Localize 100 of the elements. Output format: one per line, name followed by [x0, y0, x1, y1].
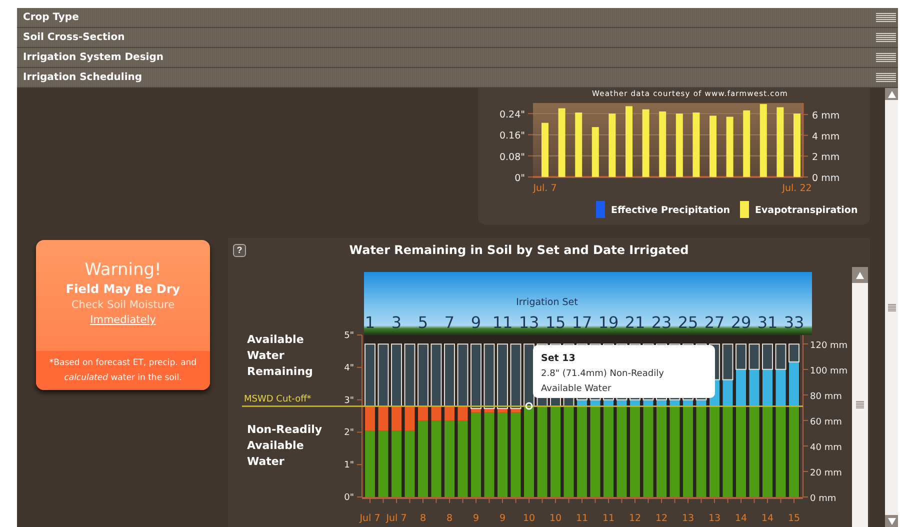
axis-label: 1"	[344, 460, 354, 471]
scrollbar[interactable]	[885, 88, 898, 527]
axis-label: 10	[549, 513, 562, 524]
axis-label: 6 mm	[812, 110, 840, 122]
axis-label: 8	[420, 513, 426, 524]
axis-label: 9	[499, 513, 506, 524]
axis-label: 40 mm	[810, 442, 842, 453]
set-number: 1	[364, 313, 376, 332]
up-arrow-icon	[888, 90, 896, 98]
bar	[748, 344, 760, 370]
scroll-down-button[interactable]	[885, 515, 898, 527]
footnote-text: *Based on forecast ET, precip. and calculated water in the soil.	[48, 356, 198, 384]
help-button[interactable]: ?	[233, 244, 246, 256]
set-number: 21	[624, 313, 646, 332]
axis-label: 80 mm	[810, 392, 842, 402]
axis-label: 4"	[344, 363, 354, 374]
axis-label: 3"	[344, 396, 354, 406]
axis-label: 8	[446, 513, 453, 524]
tooltip-text: 2.8" (71.4mm) Non-Readily	[541, 369, 664, 379]
axis-label: 0 mm	[810, 494, 836, 504]
section-header[interactable]: Crop Type	[17, 8, 898, 28]
axis-label: 12	[628, 513, 642, 524]
set-number: 17	[572, 313, 592, 332]
section-header[interactable]: Irrigation System Design	[17, 48, 898, 68]
warning-title: Warning!	[84, 259, 162, 281]
axis-label: Jul. 22	[782, 183, 812, 194]
bar	[722, 344, 734, 380]
axis-label: 0 mm	[812, 173, 840, 184]
bar	[736, 344, 746, 370]
set-number: 3	[391, 313, 402, 332]
scroll-up-button[interactable]	[852, 267, 868, 283]
axis-label: 2 mm	[812, 152, 840, 164]
set-number: 27	[704, 313, 725, 332]
axis-label: 0"	[344, 493, 354, 503]
section-header[interactable]: Irrigation Scheduling	[17, 68, 898, 88]
axis-label: 14	[734, 513, 748, 524]
axis-label: 15	[788, 513, 800, 524]
axis-label: 2"	[344, 428, 354, 438]
warning-message: Check Soil Moisture	[71, 298, 175, 313]
axis-label: Jul 7	[386, 513, 407, 524]
set-number: 11	[492, 313, 513, 332]
set-number: 5	[418, 313, 428, 332]
warning-headline: Field May Be Dry	[66, 281, 180, 298]
axis-label: 0.16"	[499, 130, 525, 142]
axis-label: 0.08"	[499, 152, 525, 163]
set-number: 13	[518, 313, 540, 332]
axis-label: 120 mm	[810, 340, 848, 351]
axis-label: Jul. 7	[533, 183, 557, 194]
axis-label: 0"	[514, 173, 525, 184]
section-header[interactable]: Soil Cross-Section	[17, 28, 898, 48]
tooltip-title: Set 13	[541, 353, 576, 364]
grip-icon	[876, 32, 896, 42]
axis-label: 60 mm	[810, 417, 842, 428]
down-arrow-icon	[888, 518, 896, 524]
tooltip-text: Available Water	[541, 384, 612, 394]
bar	[692, 112, 700, 177]
bar	[743, 110, 750, 177]
axis-label: 5"	[344, 331, 354, 341]
set-number: 9	[470, 313, 482, 332]
axis-side-label: Non-Readily Available Water	[247, 423, 322, 468]
axis-label: 100 mm	[810, 366, 848, 376]
bar	[776, 107, 784, 177]
axis-label: 12	[655, 513, 668, 524]
axis-label: 11	[576, 513, 588, 524]
bar	[710, 116, 716, 177]
axis-label: 14	[761, 513, 774, 524]
bar	[659, 111, 666, 177]
cutoff-label: MSWD Cut-off*	[244, 394, 312, 404]
set-number: 23	[651, 313, 672, 332]
legend-label: Evapotranspiration	[755, 205, 858, 216]
axis-label: 0.24"	[499, 110, 525, 121]
bar	[775, 344, 786, 370]
set-number: 15	[545, 313, 566, 332]
legend-label: Effective Precipitation	[611, 205, 730, 216]
set-number: 25	[678, 313, 698, 332]
bar	[794, 114, 800, 177]
set-number: 33	[784, 313, 804, 332]
axis-title: Irrigation Set	[516, 297, 578, 308]
axis-label: 13	[682, 513, 694, 524]
axis-label: 20 mm	[810, 468, 842, 478]
scroll-up-button[interactable]	[885, 88, 898, 100]
axis-label: 9	[472, 513, 480, 524]
axis-side-label: Available Water Remaining	[247, 333, 313, 378]
bar	[626, 106, 632, 177]
axis-label: 11	[602, 513, 615, 524]
set-number: 19	[598, 313, 619, 332]
bar	[575, 112, 582, 177]
axis-label: 10	[522, 513, 536, 524]
axis-label: Jul 7	[360, 513, 380, 524]
grip-icon[interactable]	[856, 401, 864, 409]
grip-icon	[876, 52, 896, 62]
set-number: 31	[757, 313, 778, 332]
grip-icon	[876, 12, 896, 22]
set-number: 29	[730, 313, 752, 332]
set-number: 7	[444, 313, 455, 332]
grip-icon	[876, 72, 896, 82]
bar	[542, 122, 548, 177]
bar	[762, 344, 773, 370]
axis-label: 4 mm	[812, 131, 840, 142]
grip-icon[interactable]	[888, 304, 896, 312]
